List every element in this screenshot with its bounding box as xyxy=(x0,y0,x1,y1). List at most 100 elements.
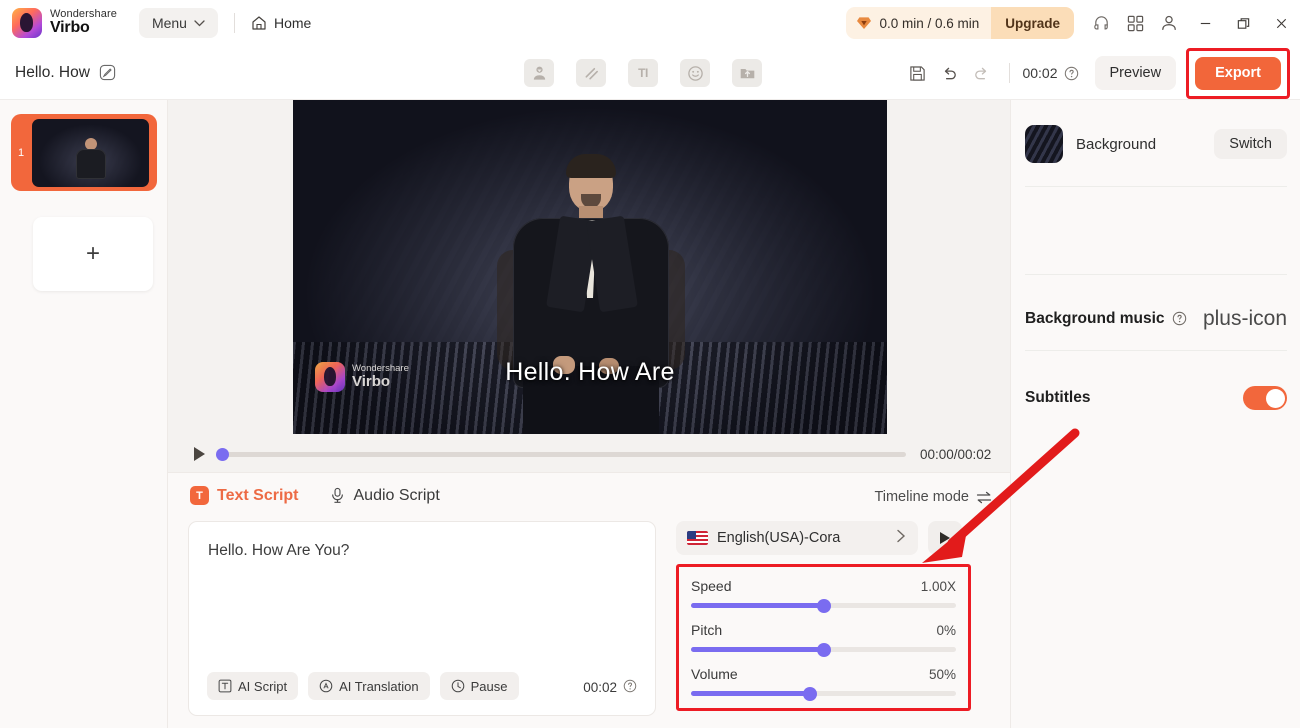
panel-divider-2 xyxy=(1025,274,1287,275)
script-action-buttons: AI Script AI Translation Pause xyxy=(207,672,519,700)
pause-button[interactable]: Pause xyxy=(439,672,519,700)
volume-slider-fill xyxy=(691,691,811,696)
panel-divider-3 xyxy=(1025,350,1287,351)
script-text-value: Hello. How Are You? xyxy=(208,542,350,559)
voice-sliders-highlight: Speed 1.00X Pitch 0% Volume 50% xyxy=(676,564,971,711)
grid-apps-icon[interactable] xyxy=(1118,6,1152,40)
menu-button[interactable]: Menu xyxy=(138,8,218,38)
script-duration-group: 00:02 xyxy=(583,679,637,696)
slide-number: 1 xyxy=(17,146,25,159)
slide-preview-image xyxy=(32,118,149,187)
pitch-slider-thumb[interactable] xyxy=(816,642,831,657)
brand-logo-group: Wondershare Virbo xyxy=(12,8,117,38)
background-style-icon[interactable] xyxy=(576,59,606,87)
close-icon[interactable] xyxy=(1262,6,1300,40)
timeline-mode-toggle[interactable]: Timeline mode xyxy=(874,489,992,505)
avatar-icon[interactable] xyxy=(524,59,554,87)
playback-time: 00:00/00:02 xyxy=(920,446,992,462)
voice-preview-play-button[interactable] xyxy=(928,521,962,555)
title-bar: Wondershare Virbo Menu Home 0.0 min / 0.… xyxy=(0,0,1300,46)
text-script-badge-icon: T xyxy=(190,486,209,505)
subtitles-toggle[interactable] xyxy=(1243,386,1287,410)
minimize-icon[interactable] xyxy=(1186,6,1224,40)
credit-pill[interactable]: 0.0 min / 0.6 min Upgrade xyxy=(846,7,1074,39)
volume-label: Volume xyxy=(691,666,738,682)
playback-progress-thumb[interactable] xyxy=(216,447,229,461)
pitch-slider-track[interactable] xyxy=(691,642,956,657)
video-canvas[interactable]: Wondershare Virbo Hello. How Are xyxy=(293,100,887,434)
help-circle-icon[interactable] xyxy=(1064,66,1079,81)
playback-progress-track[interactable] xyxy=(216,447,906,461)
virbo-app-window: Wondershare Virbo Menu Home 0.0 min / 0.… xyxy=(0,0,1300,728)
speed-slider-track[interactable] xyxy=(691,598,956,613)
export-button[interactable]: Export xyxy=(1195,56,1281,90)
timeline-mode-label: Timeline mode xyxy=(874,489,969,505)
script-duration: 00:02 xyxy=(583,680,617,695)
volume-slider-group: Volume 50% xyxy=(691,666,956,701)
voice-name-label: English(USA)-Cora xyxy=(717,530,841,546)
restore-icon[interactable] xyxy=(1224,6,1262,40)
home-label: Home xyxy=(273,15,312,31)
sticker-icon[interactable] xyxy=(680,59,710,87)
play-icon[interactable] xyxy=(194,447,205,461)
slide-avatar-figure xyxy=(74,137,108,182)
ai-translation-button[interactable]: AI Translation xyxy=(308,672,430,700)
switch-background-button[interactable]: Switch xyxy=(1214,129,1287,159)
credit-text: 0.0 min / 0.6 min xyxy=(879,15,980,31)
background-music-help-icon[interactable] xyxy=(1172,311,1187,326)
user-account-icon[interactable] xyxy=(1152,6,1186,40)
pencil-edit-icon[interactable] xyxy=(99,64,116,81)
upload-icon[interactable] xyxy=(732,59,762,87)
titlebar-right-group: 0.0 min / 0.6 min Upgrade xyxy=(846,6,1300,40)
toolbar-divider xyxy=(1009,63,1011,83)
redo-icon[interactable] xyxy=(965,57,997,89)
slides-rail: 1 + xyxy=(0,100,168,728)
script-tabs: T Text Script Audio Script xyxy=(190,486,440,505)
background-row: Background Switch xyxy=(1025,122,1287,166)
slide-thumbnail-1[interactable]: 1 xyxy=(11,114,157,191)
volume-slider-track[interactable] xyxy=(691,686,956,701)
home-icon xyxy=(252,16,266,30)
home-button[interactable]: Home xyxy=(251,15,311,31)
speed-header: Speed 1.00X xyxy=(691,578,956,594)
pitch-value: 0% xyxy=(936,623,956,638)
add-background-music-button[interactable]: plus-icon xyxy=(1203,308,1287,329)
export-button-highlight: Export xyxy=(1186,47,1290,99)
center-tool-icons: TI xyxy=(524,59,762,87)
pitch-slider-fill xyxy=(691,647,824,652)
toolbar-right-group: 00:02 Preview Export xyxy=(901,46,1290,100)
ai-script-button[interactable]: AI Script xyxy=(207,672,299,700)
background-label: Background xyxy=(1076,135,1157,153)
tab-audio-script[interactable]: Audio Script xyxy=(329,487,440,505)
avatar-figure xyxy=(495,154,685,434)
voice-selector[interactable]: English(USA)-Cora xyxy=(676,521,918,555)
script-textarea[interactable]: Hello. How Are You? AI Script AI Transla… xyxy=(188,521,656,716)
text-icon[interactable]: TI xyxy=(628,59,658,87)
tab-text-script-label: Text Script xyxy=(217,486,299,504)
upgrade-button[interactable]: Upgrade xyxy=(991,7,1074,39)
script-panel: T Text Script Audio Script Timeline mode… xyxy=(168,472,1010,728)
volume-header: Volume 50% xyxy=(691,666,956,682)
brand-bottom-label: Virbo xyxy=(50,19,90,37)
preview-stage: Wondershare Virbo Hello. How Are xyxy=(168,100,1010,472)
pitch-slider-group: Pitch 0% xyxy=(691,622,956,657)
avatar-hair xyxy=(566,154,616,178)
volume-value: 50% xyxy=(928,667,956,682)
speed-slider-thumb[interactable] xyxy=(816,598,831,613)
preview-button[interactable]: Preview xyxy=(1094,56,1177,90)
script-duration-help-icon[interactable] xyxy=(623,679,637,696)
subtitles-toggle-knob xyxy=(1265,388,1285,408)
add-slide-button[interactable]: + xyxy=(33,217,153,291)
voice-selector-row: English(USA)-Cora xyxy=(676,521,988,555)
play-icon xyxy=(940,532,950,544)
playback-bar: 00:00/00:02 xyxy=(168,436,1010,472)
headset-icon[interactable] xyxy=(1084,6,1118,40)
clock-icon xyxy=(451,679,464,693)
subtitle-overlay: Hello. How Are xyxy=(505,358,675,386)
volume-slider-thumb[interactable] xyxy=(803,686,818,701)
undo-icon[interactable] xyxy=(933,57,965,89)
brand-text: Wondershare Virbo xyxy=(50,8,117,37)
save-icon[interactable] xyxy=(901,57,933,89)
background-thumbnail[interactable] xyxy=(1025,125,1063,163)
tab-text-script[interactable]: T Text Script xyxy=(190,486,299,505)
